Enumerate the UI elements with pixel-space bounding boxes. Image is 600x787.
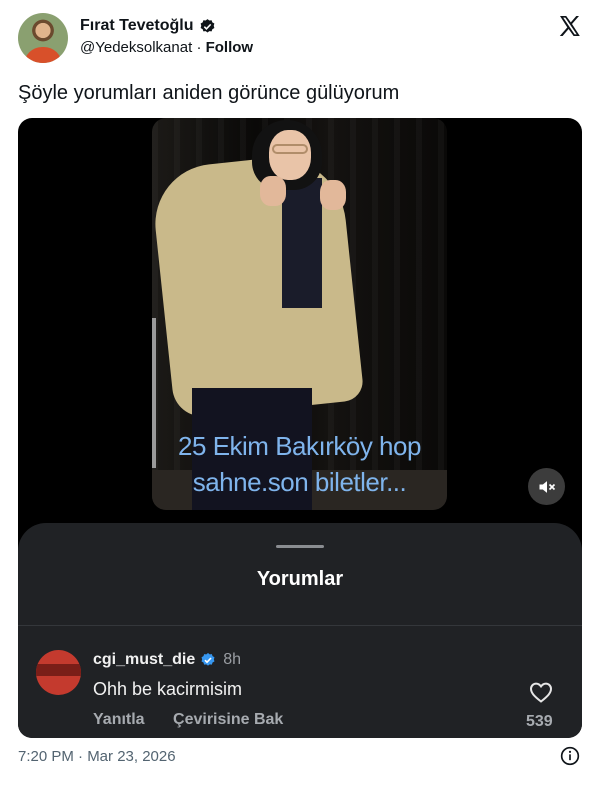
- comment-text: Ohh be kacirmisim: [93, 679, 243, 699]
- tweet-text: Şöyle yorumları aniden görünce gülüyorum: [18, 82, 400, 104]
- heart-icon[interactable]: [529, 681, 553, 703]
- author-name[interactable]: Fırat Tevetoğlu: [80, 17, 194, 35]
- video-caption-line2: sahne.son biletler...: [192, 467, 407, 497]
- tweet-timestamp[interactable]: 7:20 PM · Mar 23, 2026: [18, 748, 176, 765]
- comment-username[interactable]: cgi_must_die: [93, 651, 195, 669]
- info-icon[interactable]: [560, 746, 580, 766]
- video-frame[interactable]: 25 Ekim Bakırköy hop sahne.son biletler.…: [152, 118, 447, 510]
- translate-button[interactable]: Çevirisine Bak: [173, 711, 283, 728]
- video-caption: 25 Ekim Bakırköy hop sahne.son biletler.…: [152, 428, 447, 500]
- comment-avatar[interactable]: [36, 650, 81, 695]
- comment-actions: Yanıtla Çevirisine Bak: [93, 711, 307, 729]
- author-block: Fırat Tevetoğlu @Yedeksolkanat · Follow: [80, 17, 253, 56]
- reply-button[interactable]: Yanıtla: [93, 711, 145, 728]
- follow-button[interactable]: Follow: [206, 39, 254, 56]
- comment-time: 8h: [223, 651, 242, 668]
- speaker-muted-icon: [539, 480, 555, 493]
- author-handle-row: @Yedeksolkanat · Follow: [80, 39, 253, 56]
- comment-like-count: 539: [526, 713, 553, 730]
- comment-verified-icon: [201, 653, 215, 666]
- handle-separator: ·: [196, 39, 202, 56]
- comments-sheet: Yorumlar cgi_must_die 8h Ohh be kacirmis…: [18, 523, 582, 738]
- verified-badge-icon: [200, 18, 214, 33]
- video-player[interactable]: 25 Ekim Bakırköy hop sahne.son biletler.…: [18, 118, 582, 738]
- comments-title: Yorumlar: [256, 568, 344, 590]
- sheet-drag-handle[interactable]: [276, 545, 324, 548]
- x-logo-icon[interactable]: [558, 14, 582, 38]
- author-avatar[interactable]: [18, 13, 68, 63]
- comment-header: cgi_must_die 8h: [93, 651, 241, 669]
- video-caption-line1: 25 Ekim Bakırköy hop: [178, 431, 421, 461]
- author-name-row[interactable]: Fırat Tevetoğlu: [80, 17, 253, 35]
- author-handle[interactable]: @Yedeksolkanat: [80, 39, 192, 56]
- sheet-divider: [18, 625, 582, 626]
- mute-toggle-button[interactable]: [528, 468, 565, 505]
